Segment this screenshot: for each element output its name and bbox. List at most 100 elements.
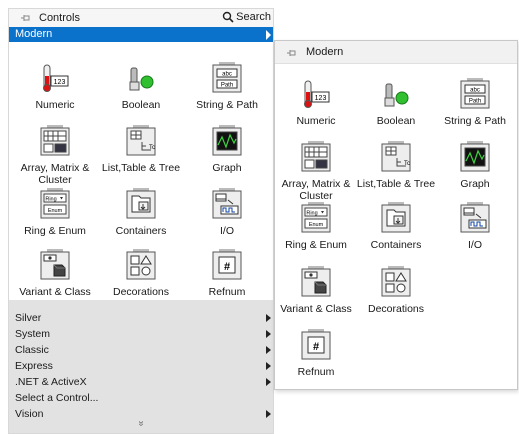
item-label: Array, Matrix & Cluster	[281, 178, 351, 202]
item-label: Numeric	[35, 99, 75, 111]
palette-item-io[interactable]: I/O	[184, 188, 270, 237]
containers-icon	[380, 202, 412, 234]
category-label: Select a Control...	[15, 392, 99, 404]
decorations-icon	[380, 266, 412, 298]
palette-item-numeric[interactable]: 123 Numeric	[273, 78, 359, 127]
palette-item-variant-class[interactable]: Variant & Class	[273, 266, 359, 315]
category-silver[interactable]: Silver	[9, 310, 273, 326]
submenu-arrow-icon	[266, 410, 271, 418]
palette-item-array[interactable]: Array, Matrix & Cluster	[12, 125, 98, 186]
svg-text:#: #	[313, 341, 319, 353]
palette-item-string-path[interactable]: abc Path String & Path	[184, 62, 270, 111]
svg-text:Enum: Enum	[48, 208, 63, 214]
item-label: List,Table & Tree	[356, 178, 436, 190]
subpalette-title: Modern	[306, 46, 344, 58]
palette-item-ring-enum[interactable]: Ring Enum Ring & Enum	[273, 202, 359, 251]
item-label: Numeric	[296, 115, 336, 127]
item-label: Containers	[115, 225, 167, 237]
io-icon	[459, 202, 491, 234]
array-icon	[300, 141, 332, 173]
palette-item-graph[interactable]: Graph	[432, 141, 518, 190]
palette-item-array[interactable]: Array, Matrix & Cluster	[273, 141, 359, 202]
variant-icon	[39, 249, 71, 281]
palette-item-decorations[interactable]: Decorations	[98, 249, 184, 298]
svg-text:abc: abc	[222, 72, 232, 78]
item-label: Decorations	[367, 303, 425, 315]
list-icon: Tc	[380, 141, 412, 173]
item-label: Graph	[460, 178, 490, 190]
item-label: Decorations	[112, 286, 170, 298]
submenu-arrow-icon	[266, 314, 271, 322]
palette-grid: 123 Numeric Boolean abc Path String & Pat…	[9, 42, 273, 300]
io-icon	[211, 188, 243, 220]
category-label: .NET & ActiveX	[15, 376, 87, 388]
controls-palette: Controls Search Modern 123 Numeric Boole…	[8, 8, 274, 434]
search-label: Search	[236, 11, 271, 23]
ring-icon: Ring Enum	[39, 188, 71, 220]
palette-item-io[interactable]: I/O	[432, 202, 518, 251]
pin-icon[interactable]	[286, 47, 298, 59]
svg-text:Path: Path	[469, 99, 481, 105]
svg-text:Ring: Ring	[306, 211, 317, 217]
select-a-control[interactable]: Select a Control...	[9, 390, 273, 406]
numeric-icon: 123	[300, 78, 332, 110]
category-modern[interactable]: Modern	[9, 27, 273, 42]
category-label: Express	[15, 360, 53, 372]
palette-item-containers[interactable]: Containers	[98, 188, 184, 237]
submenu-arrow-icon	[266, 346, 271, 354]
item-label: Refnum	[297, 366, 335, 378]
subpalette-header: Modern	[275, 41, 517, 64]
containers-icon	[125, 188, 157, 220]
category-label: System	[15, 328, 51, 340]
refnum-icon: #	[211, 249, 243, 281]
submenu-arrow-icon	[266, 30, 271, 40]
category-system[interactable]: System	[9, 326, 273, 342]
palette-item-ring-enum[interactable]: Ring Enum Ring & Enum	[12, 188, 98, 237]
pin-icon[interactable]	[20, 12, 32, 24]
ring-icon: Ring Enum	[300, 202, 332, 234]
item-label: Containers	[370, 239, 422, 251]
svg-text:Path: Path	[221, 83, 233, 89]
boolean-icon	[125, 62, 157, 94]
palette-item-numeric[interactable]: 123 Numeric	[12, 62, 98, 111]
submenu-arrow-icon	[266, 378, 271, 386]
submenu-arrow-icon	[266, 362, 271, 370]
category-dotnet-activex[interactable]: .NET & ActiveX	[9, 374, 273, 390]
numeric-icon: 123	[39, 62, 71, 94]
item-label: I/O	[219, 225, 234, 237]
palette-item-list-table-tree[interactable]: Tc List,Table & Tree	[98, 125, 184, 174]
category-list: Silver System Classic Express .NET & Act…	[9, 300, 273, 433]
palette-item-list-table-tree[interactable]: Tc List,Table & Tree	[353, 141, 439, 190]
item-label: List,Table & Tree	[101, 162, 181, 174]
category-classic[interactable]: Classic	[9, 342, 273, 358]
palette-item-containers[interactable]: Containers	[353, 202, 439, 251]
palette-item-string-path[interactable]: abc Path String & Path	[432, 78, 518, 127]
palette-item-refnum[interactable]: # Refnum	[184, 249, 270, 298]
variant-icon	[300, 266, 332, 298]
item-label: Refnum	[208, 286, 246, 298]
item-label: Array, Matrix & Cluster	[20, 162, 90, 186]
palette-title: Controls	[39, 12, 80, 24]
palette-item-graph[interactable]: Graph	[184, 125, 270, 174]
decorations-icon	[125, 249, 157, 281]
item-label: Variant & Class	[19, 286, 91, 298]
category-express[interactable]: Express	[9, 358, 273, 374]
item-label: Ring & Enum	[285, 239, 347, 251]
refnum-icon: #	[300, 329, 332, 361]
palette-item-refnum[interactable]: # Refnum	[273, 329, 359, 378]
palette-item-boolean[interactable]: Boolean	[353, 78, 439, 127]
svg-text:#: #	[224, 261, 230, 273]
palette-item-boolean[interactable]: Boolean	[98, 62, 184, 111]
subpalette-grid: 123 Numeric Boolean abc Path String & Pat…	[275, 64, 517, 389]
palette-item-decorations[interactable]: Decorations	[353, 266, 439, 315]
item-label: Graph	[212, 162, 242, 174]
array-icon	[39, 125, 71, 157]
search-button[interactable]: Search	[222, 11, 271, 23]
list-icon: Tc	[125, 125, 157, 157]
graph-icon	[211, 125, 243, 157]
string-path-icon: abc Path	[459, 78, 491, 110]
search-icon	[222, 11, 234, 23]
expand-more-icon[interactable]: »	[9, 418, 273, 429]
svg-text:123: 123	[54, 79, 66, 86]
palette-item-variant-class[interactable]: Variant & Class	[12, 249, 98, 298]
